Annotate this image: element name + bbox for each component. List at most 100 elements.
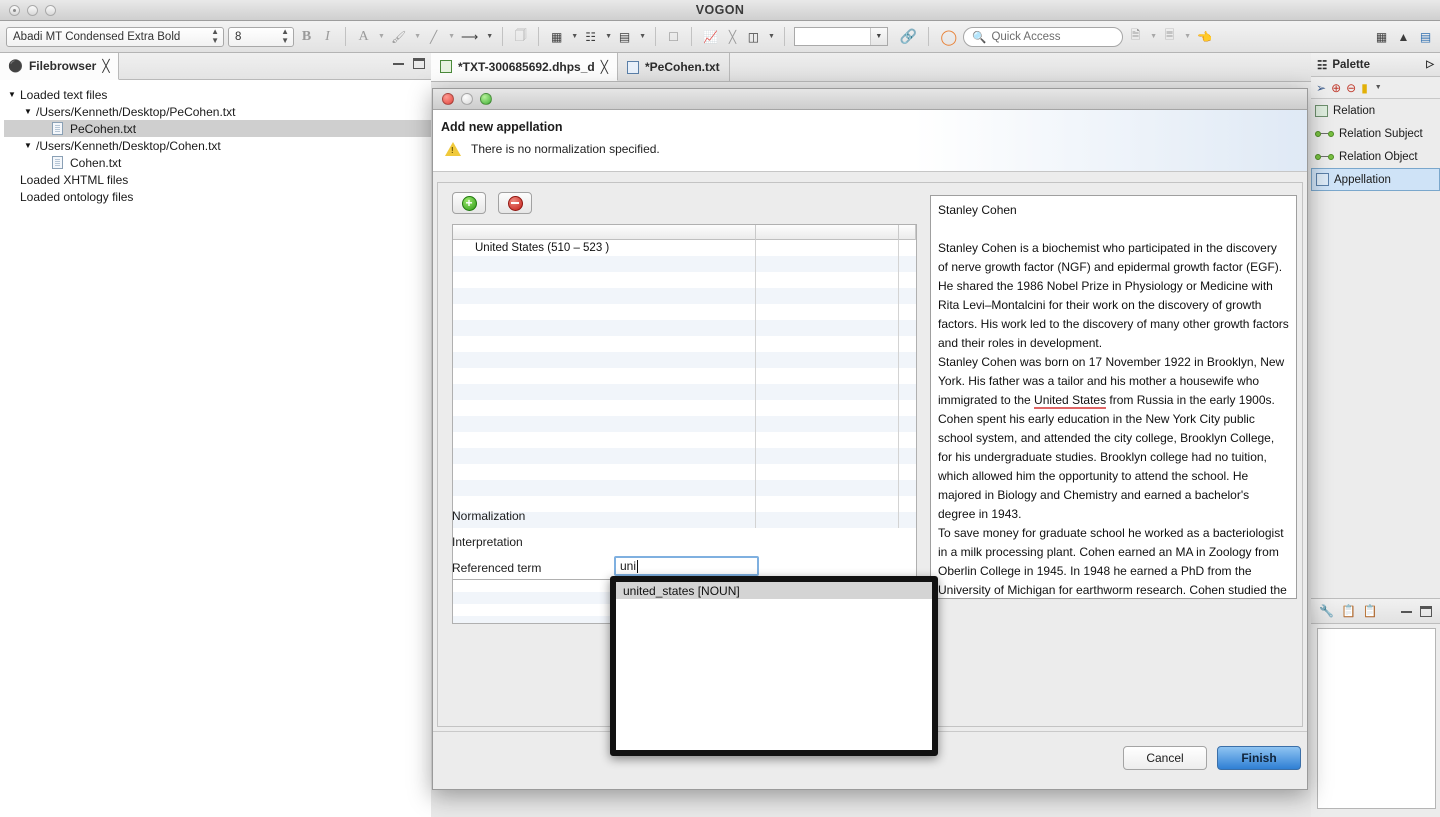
copy-icon[interactable]: 🗍 [512, 26, 529, 47]
wrench-icon[interactable]: 🔧 [1319, 604, 1334, 618]
chevron-down-icon[interactable]: ▼ [486, 33, 493, 40]
chevron-down-icon[interactable]: ▼ [1150, 33, 1157, 40]
note-icon[interactable]: ▮ [1361, 81, 1368, 95]
triangle-expanded-icon[interactable]: ▼ [24, 107, 33, 116]
toolbar-text-field[interactable]: ▼ [793, 27, 888, 46]
palette-item[interactable]: Relation Subject [1311, 122, 1440, 145]
chevron-down-icon[interactable]: ▼ [768, 33, 775, 40]
chevron-down-icon[interactable]: ▼ [414, 33, 421, 40]
split-icon[interactable]: ◫ [745, 26, 762, 47]
table-row[interactable] [453, 320, 916, 336]
chevron-down-icon[interactable]: ▼ [605, 33, 612, 40]
bold-button[interactable]: B [298, 26, 315, 47]
perspective-pyramid-icon[interactable]: ▲ [1395, 26, 1412, 47]
chevron-down-icon[interactable]: ▼ [1184, 33, 1191, 40]
dialog-close-button[interactable] [442, 93, 454, 105]
line-color-icon[interactable]: ╱ [425, 26, 442, 47]
tree-item[interactable]: Loaded XHTML files [4, 171, 431, 188]
add-clipboard-icon[interactable]: 📋 [1363, 604, 1378, 618]
zoom-in-icon[interactable]: ⊕ [1331, 81, 1341, 95]
table-row[interactable] [453, 288, 916, 304]
remove-appellation-button[interactable] [498, 192, 532, 214]
tree-item[interactable]: ▼/Users/Kenneth/Desktop/Cohen.txt [4, 137, 431, 154]
pointer-icon[interactable]: 👈 [1195, 26, 1214, 47]
normalization-input[interactable]: uni [614, 556, 759, 576]
palette-item[interactable]: Relation Object [1311, 145, 1440, 168]
table-row[interactable] [453, 480, 916, 496]
table-row[interactable] [453, 384, 916, 400]
minimize-icon[interactable] [1401, 610, 1412, 613]
chart-icon[interactable]: 📈 [701, 26, 720, 47]
table-row[interactable] [453, 368, 916, 384]
graph-icon[interactable]: 🔗 [898, 26, 919, 47]
chevron-down-icon[interactable]: ▼ [1375, 84, 1382, 91]
table-row[interactable] [453, 272, 916, 288]
table-row[interactable] [453, 336, 916, 352]
font-color-button[interactable]: A [355, 26, 372, 47]
distribute-icon[interactable]: ▤ [616, 26, 633, 47]
palette-items[interactable]: Relation Relation Subject Relation Object A… [1311, 99, 1440, 191]
new-wizard-icon[interactable]: 🗎 [1127, 26, 1144, 47]
table-header-row[interactable] [453, 225, 916, 240]
chevron-down-icon[interactable]: ▼ [571, 33, 578, 40]
table-column-header-term[interactable] [453, 225, 756, 240]
source-text-viewer[interactable]: Stanley Cohen Stanley Cohen is a biochem… [930, 195, 1297, 599]
editor-tab[interactable]: *PeCohen.txt [617, 53, 730, 81]
window-minimize-button[interactable] [27, 4, 38, 16]
autocomplete-option[interactable]: united_states [NOUN] [616, 582, 932, 599]
crop-icon[interactable]: ☐ [665, 26, 682, 47]
dialog-minimize-button[interactable] [461, 93, 473, 105]
tab-filebrowser[interactable]: ⚫ Filebrowser ╳ [0, 53, 119, 80]
palette-item[interactable]: Appellation [1311, 168, 1440, 191]
table-column-header-2[interactable] [756, 225, 899, 240]
font-size-combo[interactable]: 8 ▲ ▼ [228, 26, 294, 47]
window-controls[interactable] [9, 4, 56, 16]
close-icon[interactable]: ╳ [102, 59, 109, 73]
tree-item[interactable]: ▼/Users/Kenneth/Desktop/PeCohen.txt [4, 103, 431, 120]
table-row[interactable]: United States (510 – 523 ) [453, 240, 916, 256]
perspective-network-icon[interactable]: ▦ [1373, 26, 1390, 47]
view-controls[interactable] [393, 58, 425, 69]
triangle-expanded-icon[interactable]: ▼ [24, 141, 33, 150]
align-icon[interactable]: ☷ [582, 26, 599, 47]
annotated-term[interactable]: United States [1034, 393, 1107, 409]
edit-clipboard-icon[interactable]: 📋 [1341, 604, 1356, 618]
table-row[interactable] [453, 416, 916, 432]
editor-tab[interactable]: *TXT-300685692.dhps_d ╳ [431, 53, 618, 81]
open-resource-icon[interactable]: 🗏 [1161, 26, 1178, 47]
maximize-icon[interactable] [1420, 605, 1432, 617]
line-style-arrow-icon[interactable]: ⟶ [459, 26, 480, 47]
select-all-icon[interactable]: ▦ [548, 26, 565, 47]
table-row[interactable] [453, 432, 916, 448]
table-column-header-3[interactable] [899, 225, 916, 240]
tree-item[interactable]: ▼ Loaded text files [4, 86, 431, 103]
autocomplete-list[interactable]: united_states [NOUN] [616, 582, 932, 599]
table-row[interactable] [453, 400, 916, 416]
table-row[interactable] [453, 304, 916, 320]
palette-item[interactable]: Relation [1311, 99, 1440, 122]
dialog-zoom-button[interactable] [480, 93, 492, 105]
tree-item[interactable]: Cohen.txt [4, 154, 431, 171]
tree-item[interactable]: Loaded ontology files [4, 188, 431, 205]
file-tree[interactable]: ▼ Loaded text files ▼/Users/Kenneth/Deskto… [0, 80, 431, 205]
table-row[interactable] [453, 464, 916, 480]
pointer-icon[interactable]: ➢ [1316, 81, 1326, 95]
chevron-down-icon[interactable]: ▼ [448, 33, 455, 40]
perspective-graph-icon[interactable]: ▤ [1417, 26, 1434, 47]
fill-color-icon[interactable]: 🖌 [389, 26, 408, 47]
tree-item[interactable]: PeCohen.txt [4, 120, 431, 137]
autocomplete-popup[interactable]: united_states [NOUN] [610, 576, 938, 756]
minimize-icon[interactable] [393, 62, 404, 65]
add-appellation-button[interactable]: + [452, 192, 486, 214]
chevron-down-icon[interactable]: ▼ [378, 33, 385, 40]
window-zoom-button[interactable] [45, 4, 56, 16]
editor-tab-bar[interactable]: *TXT-300685692.dhps_d ╳ *PeCohen.txt [431, 53, 1311, 82]
maximize-icon[interactable] [413, 58, 425, 69]
finish-button[interactable]: Finish [1217, 746, 1301, 770]
italic-button[interactable]: I [319, 26, 336, 47]
triangle-expanded-icon[interactable]: ▼ [8, 90, 17, 99]
palette-bottom-toolbar[interactable]: 🔧 📋 📋 [1311, 598, 1440, 624]
chevron-down-icon[interactable]: ▼ [639, 33, 646, 40]
table-body[interactable]: United States (510 – 523 ) [453, 240, 916, 528]
font-family-combo[interactable]: Abadi MT Condensed Extra Bold ▲ ▼ [6, 26, 224, 47]
